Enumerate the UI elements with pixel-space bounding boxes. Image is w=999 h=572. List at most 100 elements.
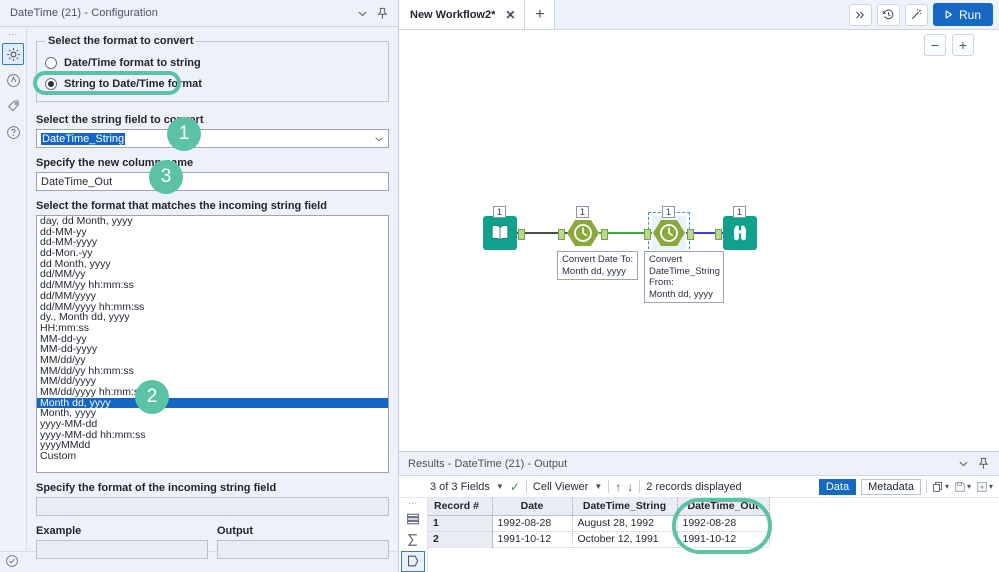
copy-icon[interactable]: ▾ <box>932 481 949 493</box>
pin-icon[interactable] <box>973 454 993 474</box>
new-column-label: Specify the new column name <box>36 157 194 169</box>
close-icon[interactable]: ✕ <box>505 8 515 22</box>
divider <box>608 480 610 493</box>
gear-icon[interactable] <box>2 43 24 65</box>
summary-icon[interactable] <box>401 529 425 550</box>
datetime-tool-1[interactable]: 1 <box>558 206 608 250</box>
column-header-record[interactable]: Record # <box>428 498 493 516</box>
format-option[interactable]: dd/MM/yyyy <box>37 291 388 302</box>
workflow-tabbar: New Workflow2* ✕ + Run <box>399 0 999 30</box>
table-cell[interactable]: 2 <box>428 531 493 548</box>
divider <box>525 480 527 493</box>
format-option[interactable]: MM-dd-yyyy <box>37 344 388 355</box>
arrow-up-icon[interactable]: ↑ <box>615 480 621 494</box>
results-toolbar-right: Data Metadata ▾ ▾ ▾ <box>818 478 993 495</box>
format-option[interactable]: yyyyMMdd <box>37 440 388 451</box>
table-header-row: Record # Date DateTime_String DateTime_O… <box>428 498 770 516</box>
chevron-down-icon[interactable] <box>370 130 388 147</box>
example-label: Example <box>36 525 82 537</box>
format-option[interactable]: day, dd Month, yyyy <box>37 216 388 227</box>
check-icon[interactable]: ✓ <box>510 480 520 494</box>
incoming-format-input[interactable] <box>36 497 389 516</box>
results-titlebar: Results - DateTime (21) - Output <box>399 452 999 476</box>
check-circle-icon[interactable] <box>5 554 19 571</box>
format-option[interactable]: Custom <box>37 451 388 462</box>
workflow-tab-label: New Workflow2* <box>410 8 496 21</box>
annotation-icon[interactable] <box>2 69 24 91</box>
tab-data[interactable]: Data <box>818 478 857 495</box>
history-icon[interactable] <box>876 3 900 26</box>
rail-grip[interactable]: ⋯ <box>8 30 18 39</box>
add-icon[interactable]: ▾ <box>976 481 993 493</box>
example-output-row: Example Output <box>36 525 389 568</box>
table-cell[interactable]: 1991-10-12 <box>492 531 573 548</box>
node-annotation-1: Convert Date To: Month dd, yyyy <box>557 251 638 280</box>
format-option[interactable]: dy., Month dd, yyyy <box>37 312 388 323</box>
magic-wand-icon[interactable] <box>904 3 928 26</box>
chevron-down-icon[interactable]: ▼ <box>496 482 504 491</box>
help-icon[interactable] <box>2 121 24 143</box>
table-cell[interactable]: 1992-08-28 <box>677 515 770 532</box>
run-label: Run <box>958 7 981 22</box>
output-port[interactable] <box>518 229 525 240</box>
tabbar-spacer <box>555 0 849 29</box>
output-input[interactable] <box>217 540 389 559</box>
input-data-tool[interactable]: 1 <box>483 206 525 250</box>
zoom-in-button[interactable]: + <box>952 34 974 56</box>
plus-icon[interactable]: + <box>525 0 556 29</box>
input-port[interactable] <box>715 229 722 240</box>
tab-metadata[interactable]: Metadata <box>861 478 921 495</box>
chevron-double-right-icon[interactable] <box>848 3 872 26</box>
example-column: Example <box>36 525 208 568</box>
arrow-down-icon[interactable]: ↓ <box>627 480 633 494</box>
browse-tool[interactable]: 1 <box>715 206 757 250</box>
zoom-out-button[interactable]: − <box>924 34 946 56</box>
new-column-input[interactable]: DateTime_Out <box>36 172 389 191</box>
column-header-datetime-out[interactable]: DateTime_Out <box>677 498 770 516</box>
cell-viewer-label[interactable]: Cell Viewer <box>533 481 588 493</box>
config-panel-title: DateTime (21) - Configuration <box>10 7 158 19</box>
chevron-down-icon[interactable]: ▼ <box>594 482 602 491</box>
format-listbox[interactable]: day, dd Month, yyyy dd-MM-yy dd-MM-yyyy dd-… <box>36 215 389 473</box>
node-badge: 1 <box>493 206 506 218</box>
workflow-tab[interactable]: New Workflow2* ✕ <box>399 0 526 29</box>
column-header-date[interactable]: Date <box>492 498 573 516</box>
tag-icon[interactable] <box>2 95 24 117</box>
radio-date-to-string[interactable]: Date/Time format to string <box>45 53 380 72</box>
input-port[interactable] <box>644 229 651 240</box>
results-panel: Results - DateTime (21) - Output 3 of 3 … <box>399 451 999 572</box>
fields-count-label[interactable]: 3 of 3 Fields <box>430 481 490 493</box>
string-field-dropdown[interactable]: DateTime_String <box>36 129 389 148</box>
incoming-format-label: Specify the format of the incoming strin… <box>36 482 277 494</box>
run-button[interactable]: Run <box>932 3 993 26</box>
node-badge: 1 <box>662 206 675 218</box>
output-port[interactable] <box>601 229 608 240</box>
chevron-down-icon[interactable] <box>352 3 372 23</box>
column-header-datetime-string[interactable]: DateTime_String <box>572 498 678 516</box>
table-row[interactable]: 1 1992-08-28 August 28, 1992 1992-08-28 <box>428 515 770 532</box>
workflow-canvas[interactable]: − + 1 1 1 1 Convert Date To: Month dd, y… <box>399 30 999 451</box>
format-option[interactable]: HH:mm:ss <box>37 323 388 334</box>
table-cell[interactable]: 1991-10-12 <box>677 531 770 548</box>
rail-grip[interactable]: ⋯ <box>408 499 418 508</box>
example-input[interactable] <box>36 540 208 559</box>
table-row[interactable]: 2 1991-10-12 October 12, 1991 1991-10-12 <box>428 531 770 548</box>
profile-icon[interactable] <box>401 550 425 572</box>
table-cell[interactable]: October 12, 1991 <box>572 531 678 548</box>
table-cell[interactable]: 1992-08-28 <box>492 515 573 532</box>
records-icon[interactable] <box>401 508 425 529</box>
chevron-down-icon[interactable] <box>953 454 973 474</box>
output-column: Output <box>217 525 389 568</box>
input-port[interactable] <box>558 229 565 240</box>
datetime-tool-2[interactable]: 1 <box>644 206 694 254</box>
table-cell[interactable]: 1 <box>428 515 493 532</box>
radio-string-to-datetime[interactable]: String to Date/Time format <box>45 74 380 93</box>
node-badge: 1 <box>733 206 746 218</box>
format-option[interactable]: dd Month, yyyy <box>37 259 388 270</box>
table-cell[interactable]: August 28, 1992 <box>572 515 678 532</box>
results-table[interactable]: Record # Date DateTime_String DateTime_O… <box>428 498 770 548</box>
output-port[interactable] <box>687 229 694 240</box>
pin-icon[interactable] <box>372 3 392 23</box>
config-body: ⋯ Select the format to convert Date/Time… <box>0 27 398 559</box>
save-icon[interactable]: ▾ <box>954 481 971 493</box>
